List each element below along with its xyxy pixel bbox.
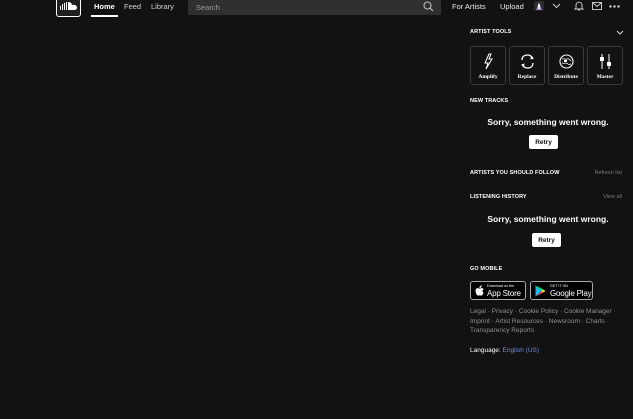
more-icon[interactable] bbox=[609, 5, 620, 8]
new-tracks-error: Sorry, something went wrong. bbox=[487, 117, 609, 127]
footer-link-privacy[interactable]: Privacy bbox=[492, 308, 513, 315]
separator: · bbox=[487, 308, 490, 315]
language-label: Language: bbox=[470, 347, 501, 354]
footer-link-cookie-policy[interactable]: Cookie Policy bbox=[519, 308, 558, 315]
app-store-small-text: Download on the bbox=[487, 284, 514, 288]
app-store-badge[interactable]: Download on the App Store bbox=[470, 281, 526, 300]
nav-home[interactable]: Home bbox=[94, 0, 115, 15]
listening-history-title: LISTENING HISTORY bbox=[470, 194, 527, 200]
tool-replace[interactable]: Replace bbox=[509, 46, 545, 85]
soundcloud-logo[interactable] bbox=[56, 0, 81, 17]
tool-label: Replace bbox=[517, 74, 537, 80]
mail-icon[interactable] bbox=[592, 2, 602, 10]
tool-amplify[interactable]: Amplify bbox=[470, 46, 506, 85]
nav-home-underline bbox=[91, 15, 118, 17]
separator: · bbox=[491, 317, 494, 325]
retry-button[interactable]: Retry bbox=[529, 135, 558, 149]
separator: · bbox=[514, 308, 517, 315]
artist-tools-title: ARTIST TOOLS bbox=[470, 29, 512, 35]
chevron-down-icon[interactable] bbox=[616, 30, 624, 35]
distribute-icon bbox=[559, 54, 574, 69]
footer-link-newsroom[interactable]: Newsroom bbox=[549, 318, 580, 325]
google-play-small-text: GET IT ON bbox=[550, 284, 568, 288]
separator: · bbox=[581, 317, 584, 325]
google-play-big-text: Google Play bbox=[550, 289, 592, 298]
retry-button[interactable]: Retry bbox=[532, 233, 561, 247]
footer-link-imprint[interactable]: Imprint bbox=[470, 318, 490, 325]
search-icon[interactable] bbox=[423, 1, 434, 12]
search-input[interactable] bbox=[188, 0, 441, 15]
nav-feed[interactable]: Feed bbox=[124, 0, 141, 15]
tool-label: Distribute bbox=[554, 74, 578, 80]
master-icon bbox=[600, 54, 611, 69]
listening-history-error: Sorry, something went wrong. bbox=[487, 214, 609, 224]
footer-link-cookie-manager[interactable]: Cookie Manager bbox=[564, 308, 612, 315]
footer-link-artist-resources[interactable]: Artist Resources bbox=[495, 318, 543, 325]
footer-link-transparency-reports[interactable]: Transparency Reports bbox=[470, 327, 534, 334]
go-mobile-title: GO MOBILE bbox=[470, 266, 503, 272]
replace-icon bbox=[521, 54, 534, 69]
amplify-icon bbox=[484, 53, 493, 70]
google-play-badge[interactable]: GET IT ON Google Play bbox=[530, 281, 593, 300]
view-all-link[interactable]: View all bbox=[603, 194, 622, 200]
upload-link[interactable]: Upload bbox=[500, 0, 524, 13]
separator: · bbox=[544, 317, 547, 325]
nav-library[interactable]: Library bbox=[151, 0, 174, 15]
new-tracks-title: NEW TRACKS bbox=[470, 98, 509, 104]
footer-link-legal[interactable]: Legal bbox=[470, 308, 486, 315]
cloud-icon bbox=[60, 2, 77, 10]
apple-icon bbox=[475, 285, 484, 296]
bell-icon[interactable] bbox=[574, 1, 584, 11]
tool-master[interactable]: Master bbox=[587, 46, 623, 85]
separator: · bbox=[560, 308, 563, 315]
app-store-big-text: App Store bbox=[487, 289, 521, 298]
footer-links: Legal · Privacy · Cookie Policy · Cookie… bbox=[470, 307, 626, 336]
avatar[interactable] bbox=[534, 1, 544, 11]
language-value-link[interactable]: English (US) bbox=[503, 347, 539, 354]
tool-distribute[interactable]: Distribute bbox=[548, 46, 584, 85]
language-selector: Language: English (US) bbox=[470, 347, 539, 354]
tool-label: Amplify bbox=[478, 74, 498, 80]
for-artists-link[interactable]: For Artists bbox=[452, 0, 486, 13]
separator: · bbox=[613, 308, 616, 315]
refresh-list-link[interactable]: Refresh list bbox=[594, 170, 622, 176]
footer-link-charts[interactable]: Charts bbox=[586, 318, 605, 325]
google-play-icon bbox=[535, 285, 546, 297]
artists-follow-title: ARTISTS YOU SHOULD FOLLOW bbox=[470, 170, 560, 176]
separator: · bbox=[606, 317, 609, 325]
chevron-down-icon[interactable] bbox=[552, 3, 561, 9]
tool-label: Master bbox=[596, 74, 614, 80]
